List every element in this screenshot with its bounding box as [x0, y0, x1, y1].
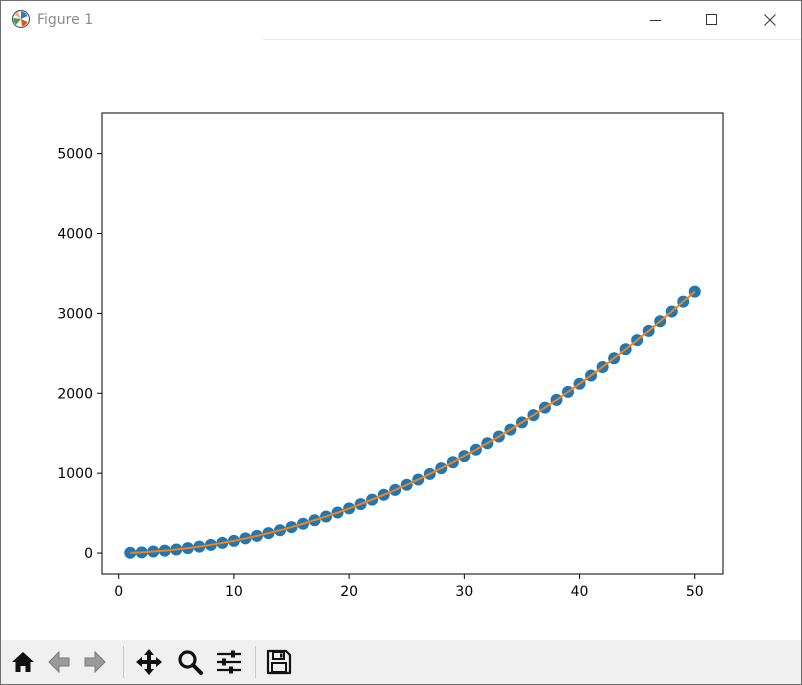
- title-bar[interactable]: Figure 1: [1, 1, 801, 39]
- y-tick-label: 1000: [57, 466, 93, 482]
- maximize-icon: [706, 14, 717, 25]
- pan-button[interactable]: [133, 645, 165, 679]
- forward-button[interactable]: [79, 645, 111, 679]
- home-button[interactable]: [7, 645, 39, 679]
- save-button[interactable]: [263, 645, 295, 679]
- chart[interactable]: 0 10 20 30 40 50 0 1000 2000 3000 4000 5000: [1, 40, 801, 637]
- minimize-icon: [650, 20, 661, 21]
- minimize-button[interactable]: [633, 1, 679, 39]
- y-tick-label: 0: [84, 546, 93, 562]
- home-icon: [12, 652, 34, 672]
- zoom-icon: [178, 650, 203, 675]
- back-button[interactable]: [43, 645, 75, 679]
- x-tick-label: 10: [225, 584, 243, 600]
- y-tick-label: 4000: [57, 226, 93, 242]
- window-title: Figure 1: [37, 12, 94, 28]
- toolbar-separator: [123, 646, 124, 678]
- close-button[interactable]: [747, 1, 793, 39]
- configure-subplots-button[interactable]: [213, 645, 245, 679]
- y-tick-label: 5000: [57, 147, 93, 163]
- app-icon: [11, 9, 31, 29]
- maximize-button[interactable]: [689, 1, 735, 39]
- zoom-button[interactable]: [174, 645, 206, 679]
- close-icon: [764, 14, 776, 26]
- navigation-toolbar: [1, 640, 801, 684]
- pan-icon: [136, 649, 162, 675]
- configure-subplots-icon: [217, 650, 241, 674]
- toolbar-separator: [255, 646, 256, 678]
- x-tick-label: 0: [114, 584, 123, 600]
- axes-frame: [101, 112, 724, 575]
- x-tick-label: 30: [455, 584, 473, 600]
- x-tick-label: 20: [340, 584, 358, 600]
- forward-arrow-icon: [84, 650, 106, 674]
- figure-canvas[interactable]: 0 10 20 30 40 50 0 1000 2000 3000 4000 5000: [1, 40, 801, 637]
- x-tick-label: 50: [686, 584, 704, 600]
- y-tick-label: 3000: [57, 306, 93, 322]
- save-icon: [266, 649, 292, 675]
- x-tick-label: 40: [571, 584, 589, 600]
- back-arrow-icon: [48, 650, 70, 674]
- figure-window: Figure 1 0 10 20 30 40 50 0 1000 2000 3000 4000 50…: [0, 0, 802, 685]
- y-tick-label: 2000: [57, 386, 93, 402]
